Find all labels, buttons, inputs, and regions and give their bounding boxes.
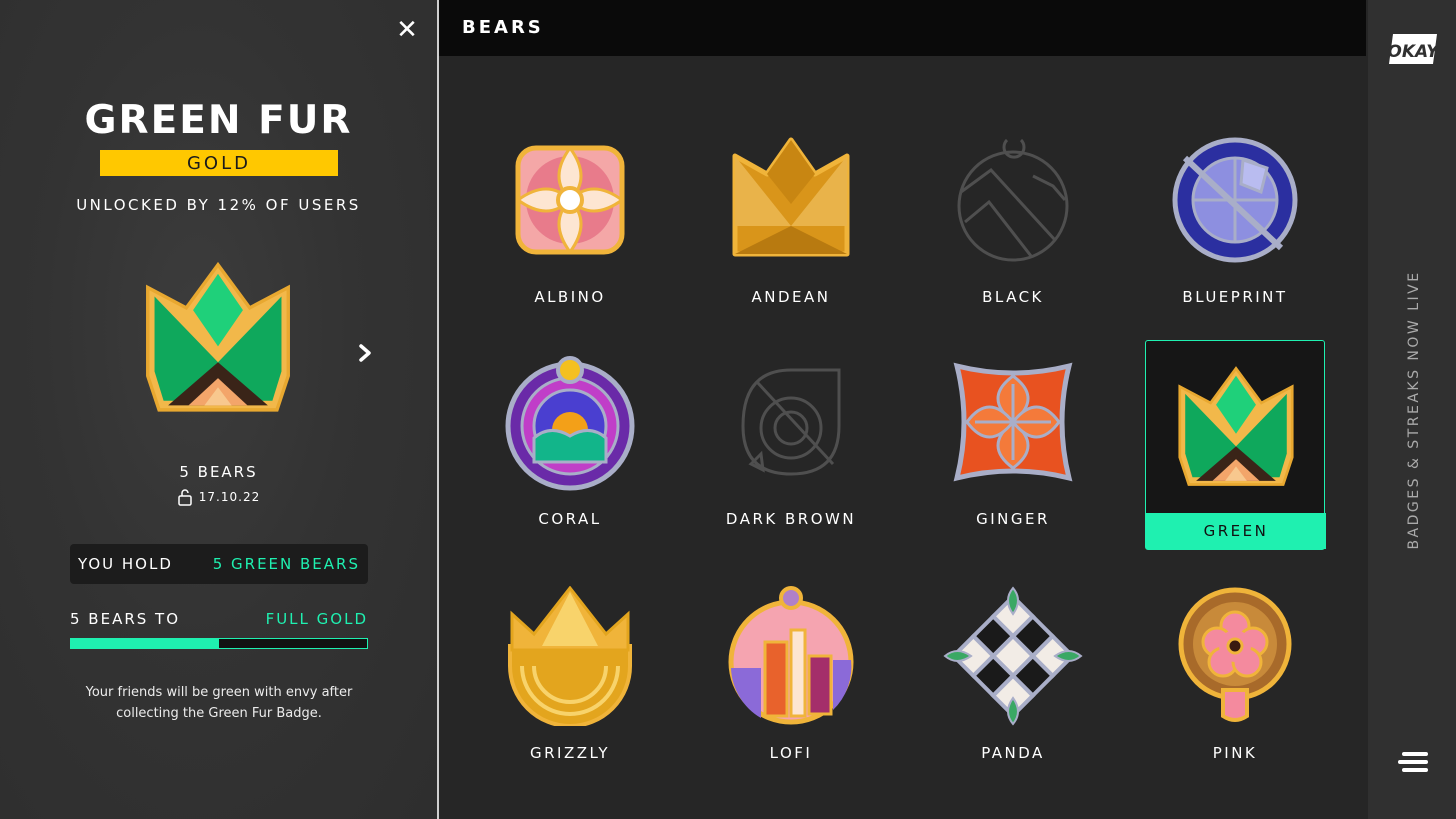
logo-text: OKAY: [1387, 42, 1439, 62]
progress-labels: 5 BEARS TO FULL GOLD: [70, 610, 368, 628]
badge-label: BLUEPRINT: [1182, 288, 1288, 306]
badge-label: DARK BROWN: [725, 510, 857, 528]
panda-badge-icon: [943, 586, 1083, 726]
black-badge-icon: [957, 138, 1069, 262]
badge-panda[interactable]: PANDA: [923, 576, 1103, 786]
badge-label: PANDA: [981, 744, 1045, 762]
lock-icon: [178, 489, 192, 506]
badge-andean[interactable]: ANDEAN: [701, 120, 881, 330]
unlocked-stat: UNLOCKED BY 12% OF USERS: [76, 196, 361, 214]
chevron-right-icon[interactable]: [352, 338, 378, 368]
lofi-badge-icon: [728, 586, 854, 725]
badge-detail-panel: ✕ GREEN FUR GOLD UNLOCKED BY 12% OF USER…: [0, 0, 437, 819]
header-bar: BEARS: [439, 0, 1366, 56]
unlock-date: 17.10.22: [198, 490, 261, 504]
badge-label: ANDEAN: [751, 288, 831, 306]
dark-brown-badge-icon: [741, 368, 841, 476]
pink-badge-icon: [1178, 587, 1292, 722]
holdings-box: YOU HOLD 5 GREEN BEARS: [70, 544, 368, 584]
coral-badge-icon: [505, 356, 635, 491]
badge-label: CORAL: [538, 510, 602, 528]
badge-label: BLACK: [982, 288, 1044, 306]
badge-coral[interactable]: CORAL: [480, 342, 660, 552]
badge-albino[interactable]: ALBINO: [480, 120, 660, 330]
badge-description: Your friends will be green with envy aft…: [85, 685, 353, 721]
close-icon[interactable]: ✕: [396, 16, 418, 44]
progress-bar: [70, 638, 368, 649]
hold-value: 5 GREEN BEARS: [212, 555, 360, 573]
progress-fill: [71, 639, 219, 648]
badge-label: ALBINO: [534, 288, 606, 306]
blueprint-badge-icon: [1172, 137, 1298, 263]
menu-icon[interactable]: [1398, 750, 1430, 774]
badge-title: GREEN FUR: [84, 98, 353, 143]
hold-label: YOU HOLD: [78, 555, 173, 573]
bear-count: 5 BEARS: [179, 463, 258, 481]
albino-badge-icon: [515, 145, 625, 255]
badge-grid: ALBINO ANDEAN BLACK BLUEPRINT CORAL DARK…: [439, 56, 1368, 819]
badge-black[interactable]: BLACK: [923, 120, 1103, 330]
badge-blueprint[interactable]: BLUEPRINT: [1145, 120, 1325, 330]
section-title: BEARS: [462, 17, 544, 38]
tier-badge: GOLD: [100, 150, 338, 176]
badge-lofi[interactable]: LOFI: [701, 576, 881, 786]
ginger-badge-icon: [953, 362, 1073, 482]
green-badge-icon: [1178, 366, 1294, 486]
badge-label: GINGER: [976, 510, 1050, 528]
badge-label: GRIZZLY: [529, 744, 611, 762]
badge-label: LOFI: [769, 744, 813, 762]
badge-label: GREEN: [1146, 513, 1326, 549]
grizzly-badge-icon: [508, 586, 632, 726]
progress-target: FULL GOLD: [265, 610, 368, 628]
badge-label: PINK: [1212, 744, 1258, 762]
andean-badge-icon: [732, 137, 850, 257]
badge-grizzly[interactable]: GRIZZLY: [480, 576, 660, 786]
green-badge-large: [146, 261, 290, 412]
progress-label: 5 BEARS TO: [70, 610, 181, 628]
badge-ginger[interactable]: GINGER: [923, 342, 1103, 552]
badge-green[interactable]: GREEN: [1145, 340, 1326, 550]
badge-dark-brown[interactable]: DARK BROWN: [701, 342, 881, 552]
promo-vertical-text: BADGES & STREAKS NOW LIVE: [1406, 270, 1422, 550]
badge-pink[interactable]: PINK: [1145, 576, 1325, 786]
unlock-date-row: 17.10.22: [0, 488, 437, 506]
okay-logo[interactable]: OKAY: [1387, 32, 1439, 66]
